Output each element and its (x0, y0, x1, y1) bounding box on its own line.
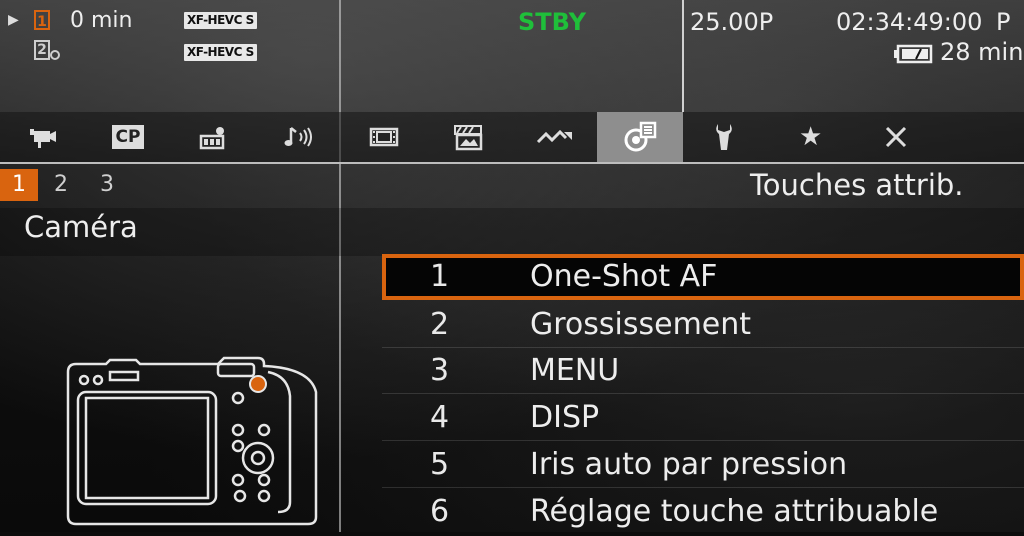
tab-divider (0, 162, 1024, 164)
list-item-4[interactable]: 4 DISP (382, 395, 1024, 441)
timecode: 02:34:49:00 (836, 8, 983, 36)
battery-icon (894, 44, 934, 68)
close-icon (884, 125, 908, 149)
list-item-3[interactable]: 3 MENU (382, 348, 1024, 394)
tab-system[interactable] (512, 112, 597, 162)
tab-my-menu[interactable]: ★ (768, 112, 853, 162)
list-item-label: MENU (530, 353, 620, 388)
battery-time: 28 min (940, 38, 1024, 66)
timecode-flag: P (996, 8, 1011, 36)
assign-buttons-icon (623, 121, 657, 153)
list-item-label: Grossissement (530, 307, 752, 342)
page-tab-1[interactable]: 1 (0, 169, 38, 201)
tab-assign-buttons[interactable] (597, 112, 683, 162)
star-icon: ★ (798, 122, 823, 152)
camera-diagram (58, 352, 328, 536)
card-slot-1-icon: 1 (34, 10, 50, 30)
playback-icon (453, 123, 485, 151)
list-item-2[interactable]: 2 Grossissement (382, 302, 1024, 348)
category-band (0, 208, 1024, 256)
codec-badge-2: XF-HEVC S (184, 44, 257, 61)
page-tab-2[interactable]: 2 (54, 169, 68, 201)
frame-rate: 25.00P (690, 8, 774, 36)
card-slot-2-icon: 2 (34, 40, 50, 60)
list-item-1[interactable]: 1 One-Shot AF (382, 254, 1024, 300)
tab-recording-setup[interactable] (171, 112, 256, 162)
wrench-icon (712, 122, 738, 152)
custom-picture-icon: CP (111, 125, 145, 149)
menu-tab-bar: CP ★ (0, 112, 1024, 162)
tab-setup[interactable] (683, 112, 768, 162)
list-item-number: 4 (430, 400, 450, 435)
standby-status: STBY (518, 8, 587, 36)
codec-badge-1: XF-HEVC S (184, 12, 257, 29)
list-item-label: One-Shot AF (530, 259, 718, 294)
system-icon (536, 126, 574, 148)
tab-camera[interactable] (0, 112, 85, 162)
list-item-number: 3 (430, 353, 450, 388)
film-strip-icon (369, 125, 399, 149)
section-title: Touches attrib. (750, 168, 964, 202)
close-button[interactable] (853, 112, 938, 162)
card-disabled-icon (50, 50, 60, 60)
remaining-record-time: 0 min (70, 8, 133, 33)
list-item-label: Réglage touche attribuable (530, 494, 939, 529)
list-item-label: DISP (530, 400, 600, 435)
list-item-number: 6 (430, 494, 450, 529)
category-title: Caméra (24, 210, 138, 244)
audio-icon (283, 125, 315, 149)
list-item-6[interactable]: 6 Réglage touche attribuable (382, 489, 1024, 535)
status-bar: ▶ 1 2 0 min XF-HEVC S XF-HEVC S STBY 25.… (0, 0, 1024, 112)
tab-playback[interactable] (427, 112, 512, 162)
list-item-number: 1 (430, 259, 450, 294)
page-tab-3[interactable]: 3 (100, 169, 114, 201)
list-item-label: Iris auto par pression (530, 447, 848, 482)
list-item-number: 5 (430, 447, 450, 482)
tab-film[interactable] (341, 112, 426, 162)
list-item-5[interactable]: 5 Iris auto par pression (382, 442, 1024, 488)
tab-audio[interactable] (256, 112, 341, 162)
play-indicator-icon: ▶ (8, 12, 19, 28)
list-item-number: 2 (430, 307, 450, 342)
video-camera-icon (28, 126, 58, 148)
recording-setup-icon (198, 124, 228, 150)
tab-custom-picture[interactable]: CP (85, 112, 170, 162)
